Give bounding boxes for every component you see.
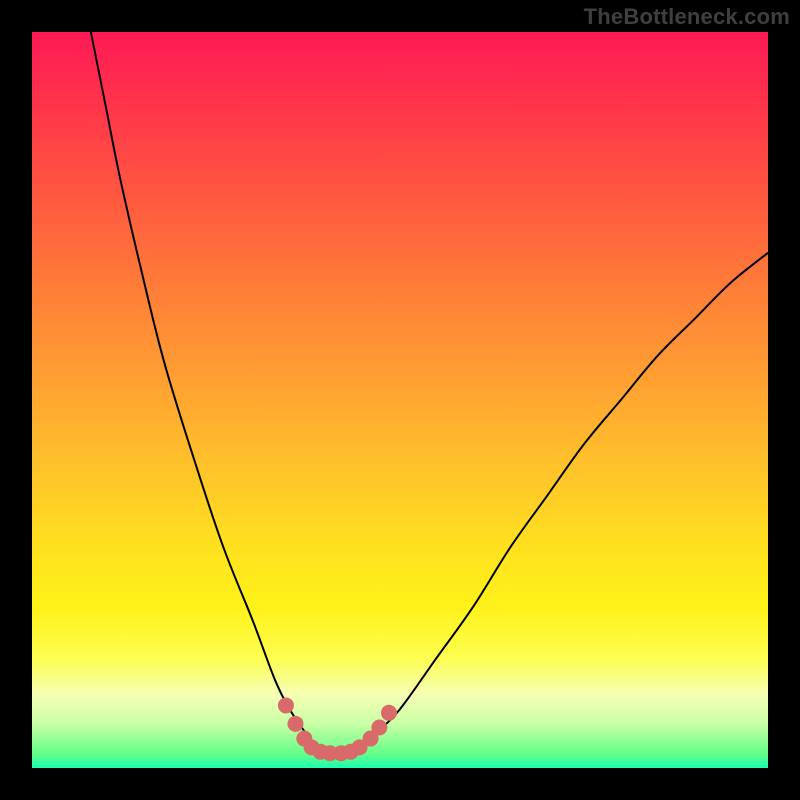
chart-svg xyxy=(32,32,768,768)
marker-layer xyxy=(278,697,397,761)
chart-frame: TheBottleneck.com xyxy=(0,0,800,800)
data-marker xyxy=(278,697,294,713)
data-marker xyxy=(371,720,387,736)
data-marker xyxy=(381,705,397,721)
bottleneck-curve xyxy=(91,32,768,753)
plot-area xyxy=(32,32,768,768)
data-marker xyxy=(287,716,303,732)
watermark-text: TheBottleneck.com xyxy=(584,4,790,30)
